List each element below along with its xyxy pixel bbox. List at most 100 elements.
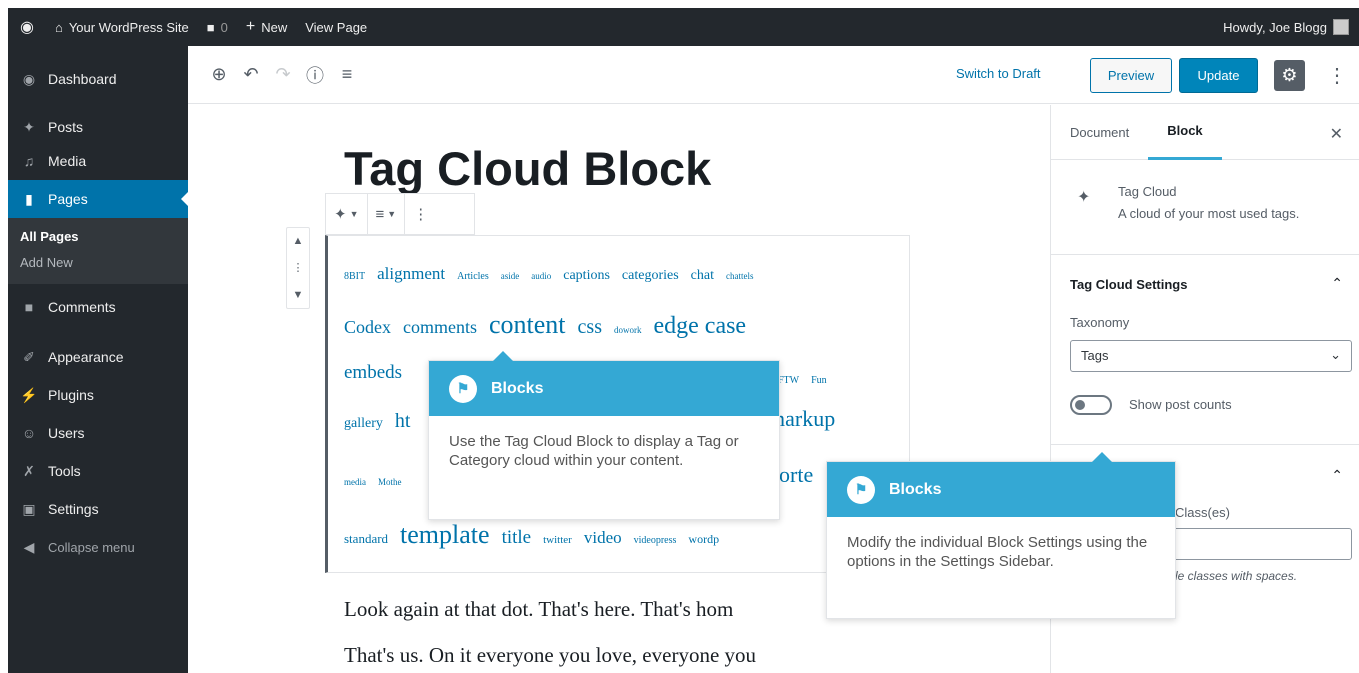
tag-link[interactable]: template — [400, 520, 490, 549]
block-mover: ▲ ⋮ ▼ — [286, 227, 310, 309]
sidebar-item-label: Pages — [48, 191, 88, 207]
tag-link[interactable]: embeds — [344, 362, 402, 383]
tag-link[interactable]: FTW — [778, 375, 799, 386]
new-label: New — [261, 19, 288, 35]
more-options-icon[interactable]: ⋮ — [1327, 60, 1347, 91]
block-more-button[interactable]: ⋮ — [405, 193, 436, 235]
wrench-icon: ✗ — [23, 462, 35, 479]
plug-icon: ⚡ — [20, 386, 38, 403]
tag-link[interactable]: aside — [501, 271, 520, 281]
taxonomy-value: Tags — [1081, 348, 1109, 363]
sidebar-item-label: Posts — [48, 119, 84, 135]
tag-link[interactable]: edge case — [653, 313, 746, 339]
site-name-link[interactable]: ⌂ Your WordPress Site — [46, 8, 198, 46]
undo-icon[interactable]: ↶ — [238, 62, 264, 88]
tag-link[interactable]: chattels — [726, 271, 754, 281]
tooltip-header: ⚑ Blocks — [827, 462, 1175, 517]
block-type-button[interactable]: ✦ ▼ — [326, 193, 368, 235]
tag-link[interactable]: ht — [395, 410, 411, 432]
post-title[interactable]: Tag Cloud Block — [344, 141, 711, 196]
tag-link[interactable]: wordp — [688, 532, 719, 546]
update-button[interactable]: Update — [1179, 58, 1258, 93]
close-icon[interactable]: ✕ — [1330, 124, 1343, 144]
sidebar-item-plugins[interactable]: ⚡ Plugins — [8, 376, 188, 414]
tag-link[interactable]: Fun — [811, 375, 827, 386]
comments-link[interactable]: ■ 0 — [198, 8, 237, 46]
sidebar-item-label: Appearance — [48, 349, 124, 365]
css-class-label: Class(es) — [1175, 505, 1230, 520]
tag-link[interactable]: twitter — [543, 534, 572, 546]
taxonomy-select[interactable]: Tags ⌄ — [1070, 340, 1352, 372]
chevron-up-icon[interactable]: ▲ — [293, 235, 304, 247]
align-center-icon: ≡ — [375, 205, 385, 223]
tag-icon: ✦ — [1077, 189, 1091, 206]
panel-title[interactable]: Tag Cloud Settings — [1070, 277, 1187, 292]
tag-icon: ✦ — [334, 206, 347, 223]
sidebar-item-pages[interactable]: ▮ Pages — [8, 180, 188, 218]
drag-handle-icon[interactable]: ⋮ — [293, 261, 304, 274]
outline-icon[interactable]: ≡ — [334, 62, 360, 88]
block-card: ✦ Tag Cloud A cloud of your most used ta… — [1051, 160, 1359, 255]
info-icon[interactable]: ⓘ — [302, 62, 328, 88]
tab-document[interactable]: Document — [1051, 105, 1148, 160]
account-menu[interactable]: Howdy, Joe Blogg — [1214, 8, 1359, 46]
tag-link[interactable]: captions — [563, 268, 610, 283]
brush-icon: ✐ — [23, 348, 35, 365]
block-description: A cloud of your most used tags. — [1118, 206, 1300, 221]
tag-link[interactable]: 8BIT — [344, 271, 365, 282]
view-page-link[interactable]: View Page — [296, 8, 376, 46]
tag-link[interactable]: Articles — [457, 271, 489, 282]
comment-icon: ■ — [24, 299, 34, 315]
show-post-counts-toggle[interactable] — [1070, 395, 1112, 415]
tag-link[interactable]: css — [578, 316, 602, 338]
submenu-add-new[interactable]: Add New — [8, 250, 188, 276]
sidebar-item-appearance[interactable]: ✐ Appearance — [8, 338, 188, 376]
tab-block[interactable]: Block — [1148, 105, 1222, 160]
submenu-all-pages[interactable]: All Pages — [8, 224, 188, 250]
tag-link[interactable]: audio — [531, 271, 551, 281]
switch-to-draft-link[interactable]: Switch to Draft — [956, 66, 1041, 81]
add-block-icon[interactable]: ⊕ — [206, 62, 232, 88]
sidebar-item-dashboard[interactable]: ◉ Dashboard — [8, 60, 188, 98]
tag-link[interactable]: dowork — [614, 325, 642, 335]
align-button[interactable]: ≡ ▼ — [368, 193, 406, 235]
tag-link[interactable]: video — [584, 528, 622, 547]
paragraph-text[interactable]: Look again at that dot. That's here. Tha… — [344, 597, 733, 622]
tag-link[interactable]: standard — [344, 531, 388, 546]
howdy-text: Howdy, Joe Blogg — [1223, 19, 1327, 35]
preview-button[interactable]: Preview — [1090, 58, 1172, 93]
sidebar-item-tools[interactable]: ✗ Tools — [8, 452, 188, 490]
chevron-down-icon[interactable]: ▼ — [293, 289, 304, 301]
sidebar-item-media[interactable]: ♫ Media — [8, 142, 188, 180]
tag-link[interactable]: Codex — [344, 317, 391, 337]
tag-link[interactable]: videopress — [634, 535, 677, 546]
sidebar-item-settings[interactable]: ▣ Settings — [8, 490, 188, 528]
chevron-up-icon[interactable]: ⌃ — [1331, 467, 1343, 484]
collapse-menu-button[interactable]: ◀ Collapse menu — [8, 528, 188, 566]
media-icon: ♫ — [23, 153, 35, 169]
sidebar-item-comments[interactable]: ■ Comments — [8, 288, 188, 326]
settings-gear-icon[interactable]: ⚙ — [1274, 60, 1305, 91]
tag-link[interactable]: categories — [622, 268, 679, 283]
sidebar-item-users[interactable]: ☺ Users — [8, 414, 188, 452]
tag-link[interactable]: media — [344, 477, 366, 487]
chevron-up-icon[interactable]: ⌃ — [1331, 275, 1343, 292]
tag-link[interactable]: comments — [403, 317, 477, 337]
tag-link[interactable]: alignment — [377, 264, 445, 283]
tag-cloud-line: standard template title twitter video vi… — [344, 520, 727, 550]
wordpress-logo-icon[interactable]: ◉ — [8, 8, 46, 46]
view-page-label: View Page — [305, 19, 368, 35]
avatar — [1333, 19, 1349, 35]
tag-link[interactable]: Mothe — [378, 477, 402, 487]
tag-link[interactable]: gallery — [344, 416, 383, 431]
tag-link[interactable]: content — [489, 310, 566, 339]
sidebar-item-posts[interactable]: ✦ Posts — [8, 112, 188, 142]
tag-cloud-settings-panel: Tag Cloud Settings ⌃ Taxonomy Tags ⌄ Sho… — [1051, 255, 1359, 445]
paragraph-text[interactable]: That's us. On it everyone you love, ever… — [344, 643, 756, 668]
new-content-link[interactable]: + New — [237, 8, 296, 46]
redo-icon[interactable]: ↷ — [270, 62, 296, 88]
tag-link[interactable]: title — [502, 527, 532, 548]
taxonomy-label: Taxonomy — [1070, 315, 1130, 330]
tooltip-body: Modify the individual Block Settings usi… — [847, 534, 1148, 570]
tag-link[interactable]: chat — [691, 268, 714, 283]
